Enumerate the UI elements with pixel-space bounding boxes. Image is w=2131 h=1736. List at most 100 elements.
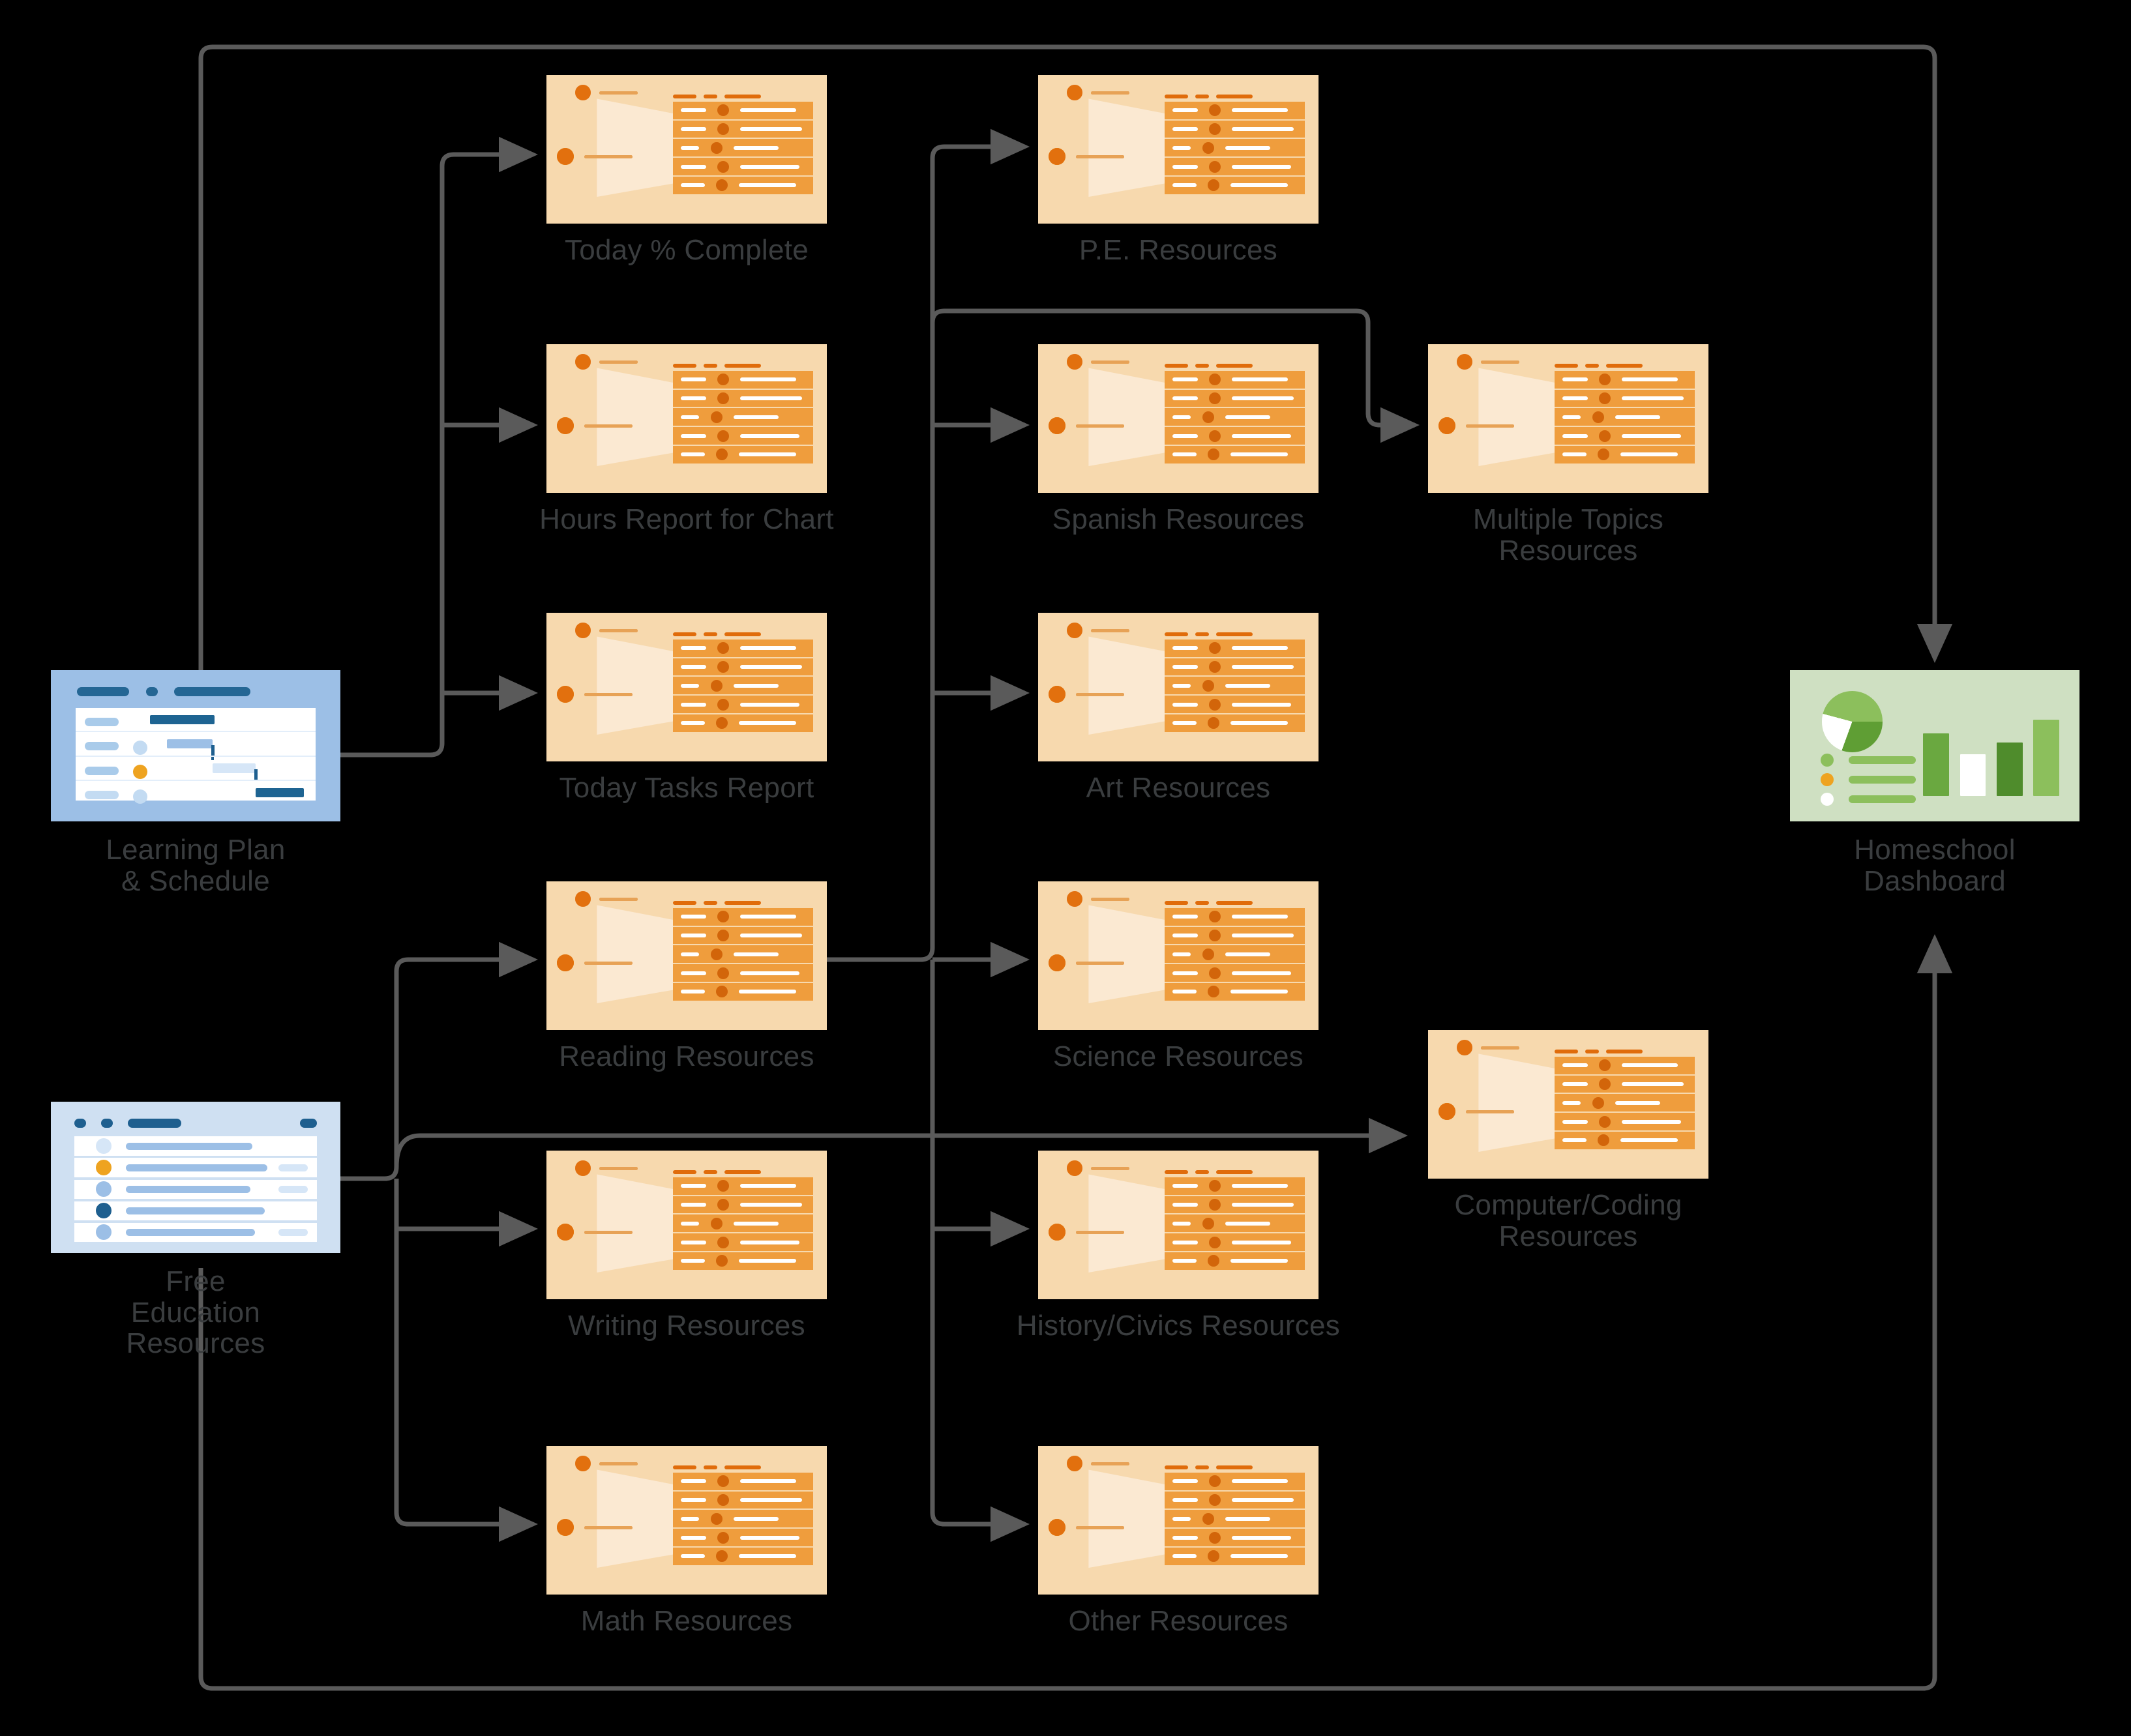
report-table <box>1164 629 1305 742</box>
report-table-header <box>672 629 813 640</box>
report-table-header <box>1164 1462 1305 1473</box>
node-multiple-topics-resources[interactable]: Multiple Topics Resources <box>1428 344 1708 566</box>
node-free-education[interactable]: Free Education Resources <box>51 1102 340 1359</box>
node-label-hours-report-for-chart: Hours Report for Chart <box>539 503 834 535</box>
report-table-row <box>672 139 813 158</box>
node-label-today-tasks-report: Today Tasks Report <box>559 772 814 804</box>
report-table-row <box>1554 446 1695 465</box>
report-table-row <box>1554 427 1695 447</box>
node-label-free-education: Free Education Resources <box>126 1265 265 1360</box>
report-table-row <box>672 1472 813 1492</box>
report-table-row <box>1164 1214 1305 1234</box>
node-today-percent-complete[interactable]: Today % Complete <box>546 75 827 265</box>
report-icon <box>546 75 827 224</box>
report-table-row <box>672 120 813 140</box>
report-table-row <box>672 1548 813 1567</box>
node-label-math-resources: Math Resources <box>580 1605 793 1637</box>
report-table-row <box>1164 408 1305 428</box>
report-icon <box>1038 1151 1319 1299</box>
node-writing-resources[interactable]: Writing Resources <box>546 1151 827 1341</box>
node-label-pe-resources: P.E. Resources <box>1079 234 1278 266</box>
report-table-row <box>672 427 813 447</box>
report-table-row <box>672 964 813 984</box>
report-table-row <box>1164 658 1305 677</box>
report-table-row <box>672 1252 813 1271</box>
node-reading-resources[interactable]: Reading Resources <box>546 881 827 1072</box>
report-table-row <box>672 1196 813 1215</box>
node-other-resources[interactable]: Other Resources <box>1038 1446 1319 1636</box>
report-table-row <box>672 101 813 121</box>
gantt-chart-icon <box>51 670 340 821</box>
report-table-row <box>672 658 813 677</box>
node-spanish-resources[interactable]: Spanish Resources <box>1038 344 1319 535</box>
report-table-row <box>672 677 813 696</box>
node-label-art-resources: Art Resources <box>1086 772 1271 804</box>
report-table-row <box>1164 446 1305 465</box>
gantt-toolbar <box>76 686 314 696</box>
report-table-row <box>672 1491 813 1510</box>
report-icon <box>1038 1446 1319 1595</box>
report-table-row <box>1554 408 1695 428</box>
report-table-row <box>1164 427 1305 447</box>
node-learning-plan[interactable]: Learning Plan & Schedule <box>51 670 340 896</box>
list-toolbar <box>74 1118 318 1128</box>
node-pe-resources[interactable]: P.E. Resources <box>1038 75 1319 265</box>
report-icon <box>546 881 827 1030</box>
node-label-writing-resources: Writing Resources <box>568 1310 805 1342</box>
report-table-row <box>1554 1075 1695 1095</box>
report-table-header <box>672 91 813 102</box>
report-table-header <box>1164 360 1305 371</box>
report-table-header <box>672 898 813 908</box>
report-table-row <box>1164 158 1305 177</box>
report-table-row <box>1164 945 1305 965</box>
node-math-resources[interactable]: Math Resources <box>546 1446 827 1636</box>
bar-chart-icon <box>1923 709 2059 796</box>
report-table-row <box>1164 714 1305 733</box>
report-table-row <box>1164 139 1305 158</box>
node-science-resources[interactable]: Science Resources <box>1038 881 1319 1072</box>
report-table-row <box>1164 1233 1305 1253</box>
report-table-header <box>672 360 813 371</box>
edge-reading-trunk <box>827 128 1030 962</box>
report-table-row <box>672 1214 813 1234</box>
report-icon <box>546 613 827 761</box>
node-hours-report-for-chart[interactable]: Hours Report for Chart <box>539 344 834 535</box>
report-icon <box>546 1446 827 1595</box>
gantt-panel <box>75 708 316 804</box>
node-label-science-resources: Science Resources <box>1052 1040 1304 1072</box>
report-table-row <box>672 926 813 946</box>
node-label-other-resources: Other Resources <box>1068 1605 1289 1637</box>
report-table-row <box>1164 907 1305 927</box>
report-table <box>1164 1462 1305 1575</box>
node-label-multiple-topics-resources: Multiple Topics Resources <box>1472 503 1664 566</box>
report-table-header <box>1164 91 1305 102</box>
report-table-row <box>672 1529 813 1548</box>
report-table <box>672 1167 813 1280</box>
report-table <box>672 629 813 742</box>
node-art-resources[interactable]: Art Resources <box>1038 613 1319 803</box>
report-table-row <box>1554 1132 1695 1151</box>
node-label-homeschool-dashboard: Homeschool Dashboard <box>1854 834 2016 897</box>
report-table-header <box>672 1167 813 1177</box>
report-icon <box>1428 1030 1708 1179</box>
report-table-row <box>672 945 813 965</box>
node-today-tasks-report[interactable]: Today Tasks Report <box>546 613 827 803</box>
node-history-civics-resources[interactable]: History/Civics Resources <box>1017 1151 1340 1341</box>
report-table-row <box>672 1233 813 1253</box>
report-icon <box>1428 344 1708 493</box>
report-table-row <box>672 983 813 1002</box>
report-table-row <box>1164 1510 1305 1529</box>
report-table-row <box>1554 1094 1695 1113</box>
report-table-row <box>672 446 813 465</box>
report-table-row <box>672 1177 813 1196</box>
node-homeschool-dashboard[interactable]: Homeschool Dashboard <box>1790 670 2079 896</box>
legend-item-green <box>1820 753 1916 767</box>
report-table-row <box>672 389 813 409</box>
node-label-learning-plan: Learning Plan & Schedule <box>106 834 286 897</box>
report-table-row <box>1164 926 1305 946</box>
report-table-row <box>1164 101 1305 121</box>
legend-item-amber <box>1820 772 1916 786</box>
report-table-row <box>1164 389 1305 409</box>
node-computer-coding-resources[interactable]: Computer/Coding Resources <box>1428 1030 1708 1252</box>
report-table-row <box>1164 1491 1305 1510</box>
